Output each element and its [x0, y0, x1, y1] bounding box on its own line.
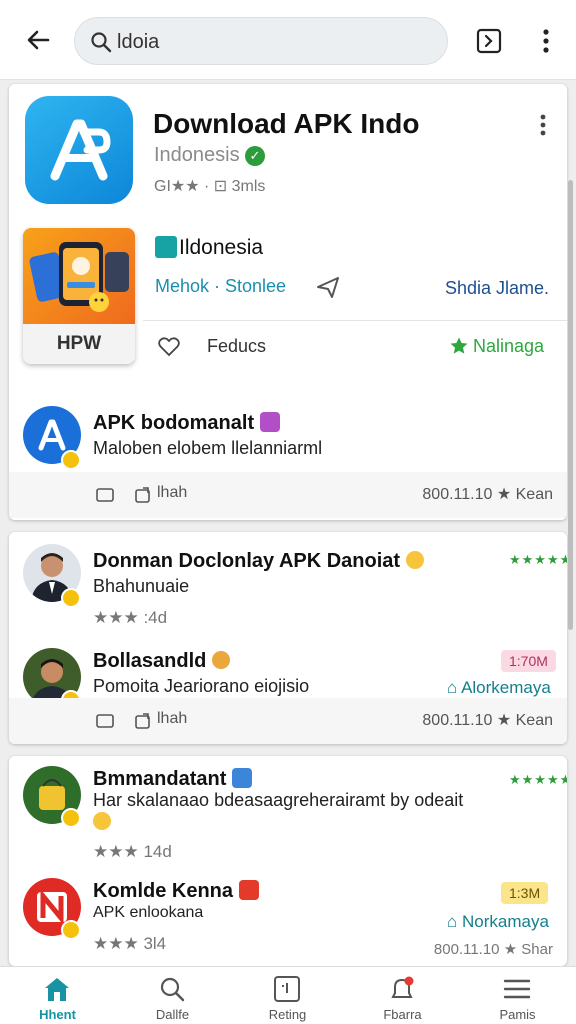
post-footer: lhah 800.11.10 ★ Kean	[9, 698, 567, 744]
star-icon	[450, 337, 468, 354]
post-subtitle: Har skalanaao bdeasaagreherairamt by ode…	[93, 790, 464, 810]
post-subtitle: Maloben elobem llelanniarml	[93, 438, 323, 458]
avatar-badge-icon	[61, 450, 81, 470]
status-chip: 1:3M	[501, 882, 549, 904]
avatar-badge-icon	[61, 808, 81, 828]
avatar-badge-icon	[61, 588, 81, 608]
featured-country: Ildonesia	[179, 236, 264, 259]
post-footer-stats: 800.11.10 ★ Shar	[433, 941, 553, 958]
post-title: Bollasandld	[93, 650, 231, 673]
post-stars: ★★★ 3l4	[93, 934, 167, 953]
image-icon[interactable]	[95, 711, 115, 731]
back-arrow-icon[interactable]	[22, 24, 54, 56]
featured-links[interactable]: Mehok · Stonlee	[155, 276, 286, 297]
menu-icon	[503, 979, 531, 999]
rating-stars: ★★★★★	[509, 772, 567, 787]
post-footer-stats: 800.11.10 ★ Kean	[422, 486, 553, 503]
flag-icon	[155, 236, 177, 258]
scrollbar[interactable]	[568, 180, 573, 630]
app-logo-icon[interactable]	[25, 96, 133, 204]
app-meta: GI★★ · ⊡ 3mls	[154, 178, 266, 195]
rating-stars: ★★★★★	[509, 552, 567, 567]
share-icon[interactable]	[133, 485, 153, 505]
search-input[interactable]	[117, 28, 417, 56]
search-icon	[91, 32, 112, 53]
tag-icon	[239, 880, 260, 900]
nav-label: Dallfe	[155, 1007, 190, 1022]
post-footer: lhah 800.11.10 ★ Kean	[9, 472, 567, 518]
featured-image	[23, 228, 135, 324]
post-subtitle: Bhahunuaie	[93, 576, 190, 596]
post-stars: ★★★ 14d	[93, 842, 172, 861]
nav-label: Reting	[268, 1007, 307, 1022]
nav-label: Fbarra	[383, 1007, 422, 1022]
post-card: Bmmandatant ★★★★★ Har skalanaao bdeasaag…	[9, 756, 567, 966]
tag-icon	[232, 768, 253, 788]
top-app-bar	[0, 0, 576, 80]
avatar-badge-icon	[61, 920, 81, 940]
app-header-card: Download APK Indo Indonesis ✓ GI★★ · ⊡ 3…	[9, 84, 567, 520]
card-more-icon[interactable]	[535, 112, 551, 138]
nav-label: Pamis	[499, 1007, 536, 1022]
featured-tile-label: HPW	[23, 324, 135, 364]
post-title: Bmmandatant	[93, 768, 253, 791]
divider	[143, 320, 567, 321]
post-footer-stats: 800.11.10 ★ Kean	[422, 712, 553, 729]
image-icon[interactable]	[95, 485, 115, 505]
post-title: Donman Doclonlay APK Danoiat	[93, 550, 425, 573]
app-title: Download APK Indo	[153, 108, 420, 139]
emoji-icon	[212, 651, 231, 669]
post-link[interactable]: ⌂ Alorkemaya	[447, 678, 551, 698]
post-title: Komlde Kenna	[93, 880, 260, 903]
featured-action[interactable]: Feducs	[207, 336, 266, 357]
emoji-icon	[406, 551, 425, 569]
tag-icon	[260, 412, 281, 432]
house-icon: ⌂	[447, 678, 462, 697]
status-chip: 1:70M	[501, 650, 556, 672]
open-external-icon[interactable]	[474, 26, 504, 56]
featured-right-link[interactable]: Shdia Jlame.	[445, 278, 549, 299]
nav-label: Hhent	[39, 1007, 76, 1022]
bottom-navigation: Hhent Dallfe Reting Fbarra Pamis	[0, 966, 576, 1024]
post-link[interactable]: ⌂ Norkamaya	[447, 912, 549, 932]
emoji-icon	[93, 812, 111, 830]
post-title: APK bodomanalt	[93, 412, 281, 435]
post-stars: ★★★ :4d	[93, 608, 168, 627]
nav-item-rating[interactable]: Reting	[230, 967, 345, 1024]
nav-item-notifications[interactable]: Fbarra	[345, 967, 460, 1024]
nav-item-home[interactable]: Hhent	[0, 967, 115, 1024]
verified-check-icon: ✓	[245, 146, 265, 166]
share-icon[interactable]	[133, 711, 153, 731]
search-icon	[160, 977, 185, 1002]
post-subtitle: APK enlookana	[93, 904, 204, 921]
send-plane-icon[interactable]	[315, 274, 341, 300]
box-icon	[274, 976, 300, 1002]
post-subtitle: Pomoita Jeariorano eiojisio	[93, 676, 310, 696]
more-options-icon[interactable]	[534, 26, 558, 56]
home-icon	[45, 978, 69, 1001]
featured-star-label[interactable]: Nalinaga	[473, 336, 544, 357]
nav-item-menu[interactable]: Pamis	[460, 967, 575, 1024]
heart-icon[interactable]	[157, 334, 181, 358]
post-footer-action[interactable]: lhah	[157, 710, 187, 728]
house-icon: ⌂	[447, 912, 462, 931]
app-region: Indonesis	[154, 144, 240, 166]
post-footer-action[interactable]: lhah	[157, 484, 187, 502]
search-bar[interactable]	[74, 17, 448, 65]
bell-icon	[391, 976, 414, 998]
nav-item-search[interactable]: Dallfe	[115, 967, 230, 1024]
post-card: Donman Doclonlay APK Danoiat ★★★★★ Bhahu…	[9, 532, 567, 744]
featured-tile[interactable]: HPW	[23, 228, 135, 364]
